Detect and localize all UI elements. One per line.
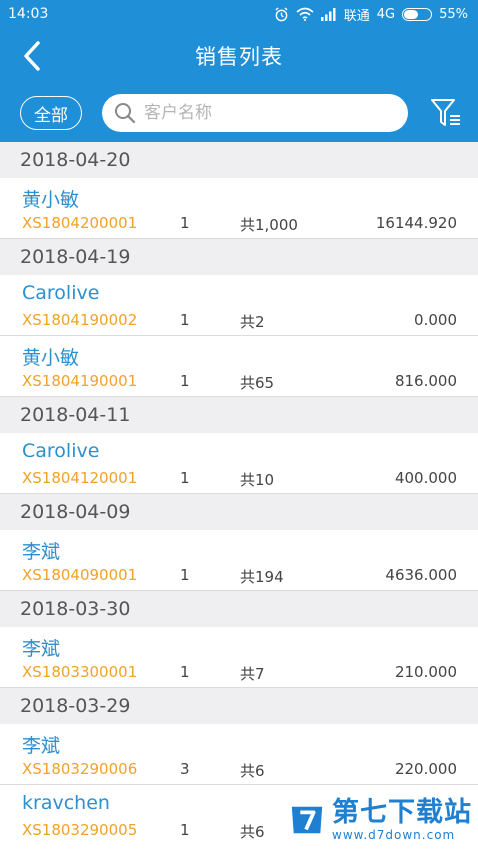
date-header: 2018-04-19 [0, 239, 478, 275]
customer-name: Carolive [22, 440, 100, 462]
item-count: 1 [180, 663, 190, 681]
customer-name: 黄小敏 [22, 347, 80, 369]
page-title: 销售列表 [195, 45, 283, 69]
order-amount: 400.000 [394, 469, 457, 487]
watermark: 第七下载站 www.d7down.com [288, 798, 472, 842]
watermark-url: www.d7down.com [332, 828, 456, 842]
sale-list-item[interactable]: 黄小敏 XS1804190001 1 共65 816.000 [0, 336, 478, 397]
date-header: 2018-04-11 [0, 397, 478, 433]
item-count: 1 [180, 821, 190, 839]
wifi-icon [296, 7, 314, 21]
order-number: XS1804090001 [22, 566, 138, 584]
back-arrow-icon [24, 41, 40, 71]
quantity-total: 共10 [240, 471, 275, 489]
search-icon [115, 103, 136, 124]
sale-list-item[interactable]: 李斌 XS1803290006 3 共6 220.000 [0, 724, 478, 785]
item-count: 1 [180, 566, 190, 584]
date-header: 2018-03-30 [0, 591, 478, 627]
order-number: XS1803300001 [22, 663, 138, 681]
quantity-total: 共65 [240, 374, 275, 392]
order-amount: 816.000 [394, 372, 457, 390]
battery-icon [402, 7, 433, 21]
quantity-total: 共194 [240, 568, 284, 586]
back-button[interactable] [14, 38, 50, 74]
battery-percent: 55% [439, 6, 468, 22]
item-count: 3 [180, 760, 190, 778]
order-number: XS1803290006 [22, 760, 138, 778]
order-amount: 4636.000 [385, 566, 457, 584]
order-number: XS1804190001 [22, 372, 138, 390]
order-number: XS1804190002 [22, 311, 138, 329]
sale-list-item[interactable]: Carolive XS1804120001 1 共10 400.000 [0, 433, 478, 494]
search-row: 全部 [0, 84, 478, 142]
order-amount: 220.000 [394, 760, 457, 778]
quantity-total: 共2 [240, 313, 265, 331]
status-icons: 联通 4G 55% [274, 5, 468, 24]
customer-name: Carolive [22, 282, 100, 304]
title-bar: 销售列表 [0, 28, 478, 84]
customer-name: 黄小敏 [22, 189, 80, 211]
order-amount: 0.000 [414, 311, 457, 329]
sale-list-item[interactable]: Carolive XS1804190002 1 共2 0.000 [0, 275, 478, 336]
order-number: XS1804200001 [22, 214, 138, 232]
sale-list-item[interactable]: 黄小敏 XS1804200001 1 共1,000 16144.920 [0, 178, 478, 239]
quantity-total: 共1,000 [240, 216, 298, 234]
quantity-total: 共7 [240, 665, 265, 683]
sales-list[interactable]: 2018-04-20 黄小敏 XS1804200001 1 共1,000 16144.92… [0, 142, 478, 846]
battery-fill [404, 9, 419, 19]
status-bar: 14:03 联通 4G 55% [0, 0, 478, 28]
sale-list-item[interactable]: 李斌 XS1804090001 1 共194 4636.000 [0, 530, 478, 591]
watermark-text: 第七下载站 www.d7down.com [332, 797, 472, 843]
quantity-total: 共6 [240, 762, 265, 780]
watermark-logo-icon [291, 806, 323, 834]
quantity-total: 共6 [240, 823, 265, 841]
item-count: 1 [180, 311, 190, 329]
all-filter-button[interactable]: 全部 [20, 96, 82, 130]
date-header: 2018-04-09 [0, 494, 478, 530]
customer-name: 李斌 [22, 541, 61, 563]
item-count: 1 [180, 372, 190, 390]
filter-button[interactable] [428, 95, 464, 131]
order-number: XS1804120001 [22, 469, 138, 487]
filter-icon [431, 99, 460, 126]
date-header: 2018-04-20 [0, 142, 478, 178]
item-count: 1 [180, 214, 190, 232]
alarm-icon [275, 6, 288, 21]
date-header: 2018-03-29 [0, 688, 478, 724]
network-type: 4G [376, 6, 396, 22]
order-amount: 16144.920 [375, 214, 457, 232]
signal-icon [320, 7, 336, 21]
customer-name: 李斌 [22, 735, 61, 757]
sale-list-item[interactable]: 李斌 XS1803300001 1 共7 210.000 [0, 627, 478, 688]
order-number: XS1803290005 [22, 821, 138, 839]
customer-name: 李斌 [22, 638, 61, 660]
search-box[interactable] [102, 94, 408, 132]
item-count: 1 [180, 469, 190, 487]
carrier-name: 联通 [343, 8, 370, 24]
order-amount: 210.000 [394, 663, 457, 681]
app-header: 14:03 联通 4G 55% 销售列表 全部 客户名称 [0, 0, 478, 142]
customer-name: kravchen [22, 792, 110, 814]
search-input[interactable] [144, 103, 384, 123]
watermark-brand: 第七下载站 [332, 797, 472, 828]
status-time: 14:03 [8, 6, 49, 22]
